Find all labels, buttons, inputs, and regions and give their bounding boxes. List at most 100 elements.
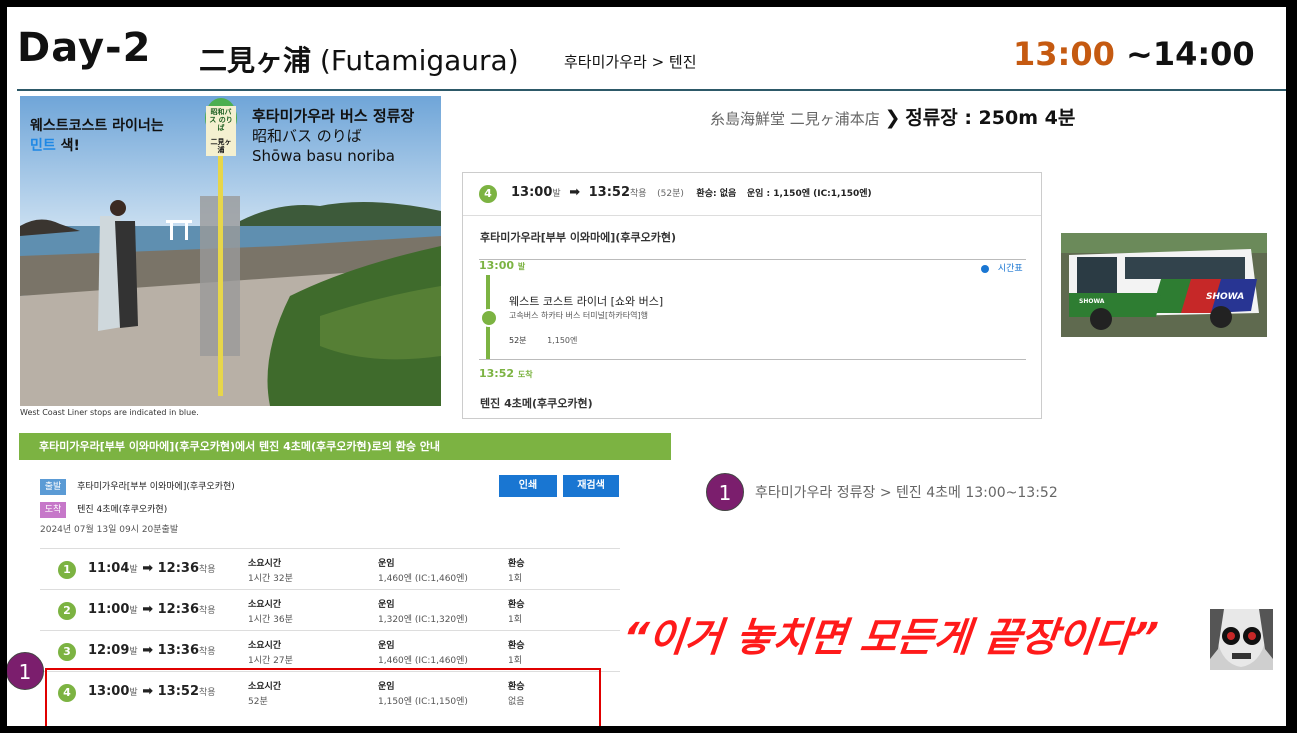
route-number: 4 bbox=[479, 185, 497, 203]
bus-photo: SHOWA SHOWA bbox=[1061, 233, 1267, 337]
mint-color-note: 웨스트코스트 라이너는 민트 색! bbox=[30, 116, 164, 156]
print-button[interactable]: 인쇄 bbox=[499, 475, 557, 497]
card-duration: (52분) bbox=[657, 189, 684, 199]
row-duration: 1시간 32분 bbox=[248, 574, 293, 584]
col-fare-label: 운임 bbox=[378, 641, 395, 651]
table-row[interactable]: 1 11:04발 ➡ 12:36착용 소요시간 1시간 32분 운임 1,460… bbox=[40, 548, 620, 590]
row-dep: 11:00 bbox=[88, 602, 130, 617]
col-time-label: 소요시간 bbox=[248, 641, 282, 651]
card-dep-row: 13:00 발 bbox=[479, 259, 525, 272]
row-fare: 1,460엔 (IC:1,460엔) bbox=[378, 656, 468, 666]
col-fare-label: 운임 bbox=[378, 559, 395, 569]
step-description: 후타미가우라 정류장 > 텐진 4초메 13:00~13:52 bbox=[755, 485, 1058, 501]
card-transfer: 환승: 없음 bbox=[696, 189, 737, 199]
warning-quote: “이거 놓치면 모든게 끝장이다” bbox=[620, 615, 1160, 661]
row-fare: 1,460엔 (IC:1,460엔) bbox=[378, 574, 468, 584]
mint-note-line1: 웨스트코스트 라이너는 bbox=[30, 118, 164, 134]
row-dep-suffix: 발 bbox=[129, 565, 138, 575]
card-arr-time: 13:52 bbox=[479, 367, 515, 380]
card-fare: 운임 : 1,150엔 (IC:1,150엔) bbox=[746, 189, 872, 199]
scared-face-icon bbox=[1210, 609, 1273, 670]
place-name-en: (Futamigaura) bbox=[319, 44, 519, 77]
row-transfer: 1회 bbox=[508, 656, 523, 666]
row-arr-suffix: 착용 bbox=[199, 565, 216, 575]
arrival-tag: 도착 bbox=[40, 502, 66, 518]
walk-arrow-icon: ❯ bbox=[884, 107, 901, 129]
ride-info: 52분 1,150엔 bbox=[509, 335, 577, 346]
scared-face-image bbox=[1210, 609, 1273, 670]
line-desc: 고속버스 하카타 버스 터미널[하카타역]행 bbox=[509, 311, 648, 320]
table-row[interactable]: 3 12:09발 ➡ 13:36착용 소요시간 1시간 27분 운임 1,460… bbox=[40, 630, 620, 672]
bus-icon bbox=[480, 309, 498, 327]
row-arr: 12:36 bbox=[157, 602, 200, 617]
departure-tag: 출발 bbox=[40, 479, 66, 495]
col-transfer-label: 환승 bbox=[508, 641, 525, 651]
col-transfer-label: 환승 bbox=[508, 559, 525, 569]
timetable-link[interactable]: 시간표 bbox=[981, 261, 1023, 274]
card-destination: 텐진 4초메(후쿠오카현) bbox=[480, 397, 593, 410]
card-divider-top bbox=[479, 259, 1026, 260]
clock-icon bbox=[981, 264, 989, 273]
card-arr-suffix: 착용 bbox=[630, 189, 647, 199]
row-duration: 1시간 27분 bbox=[248, 656, 293, 666]
row-dep: 12:09 bbox=[88, 643, 130, 658]
row-times: 12:09발 ➡ 13:36착용 bbox=[88, 643, 216, 658]
col-time-label: 소요시간 bbox=[248, 600, 282, 610]
card-divider-bottom bbox=[479, 359, 1026, 360]
walk-to: 정류장 : 250m 4분 bbox=[905, 107, 1076, 129]
day-label: Day-2 bbox=[17, 25, 152, 71]
walk-from: 糸島海鮮堂 二見ヶ浦本店 bbox=[710, 110, 880, 128]
slide: Day-2 二見ヶ浦 (Futamigaura) 후타미가우라 > 텐진 13:… bbox=[7, 7, 1286, 726]
row-arrow-icon: ➡ bbox=[142, 643, 154, 658]
step-badge: 1 bbox=[706, 473, 744, 511]
card-arrow-icon: ➡ bbox=[569, 185, 581, 200]
bus-stop-photo: 웨스트코스트 라이너는 민트 색! 후타미가우라 버스 정류장 昭和バス のりば… bbox=[20, 96, 441, 406]
row-number: 1 bbox=[58, 561, 76, 579]
table-row[interactable]: 2 11:00발 ➡ 12:36착용 소요시간 1시간 36분 운임 1,320… bbox=[40, 589, 620, 631]
mint-highlight: 민트 bbox=[30, 138, 56, 154]
bus-brand-small: SHOWA bbox=[1079, 298, 1105, 305]
card-origin: 후타미가우라[부부 이와마에](후쿠오카현) bbox=[480, 231, 676, 244]
highlight-box bbox=[45, 668, 601, 726]
row-times: 11:00발 ➡ 12:36착용 bbox=[88, 602, 216, 617]
row-arrow-icon: ➡ bbox=[142, 602, 154, 617]
row-arr-suffix: 착용 bbox=[199, 606, 216, 616]
stop-label-block: 후타미가우라 버스 정류장 昭和バス のりば Shōwa basu noriba bbox=[252, 106, 414, 166]
bus-brand-large: SHOWA bbox=[1206, 292, 1244, 302]
col-time-label: 소요시간 bbox=[248, 559, 282, 569]
row-times: 11:04발 ➡ 12:36착용 bbox=[88, 561, 216, 576]
row-number: 3 bbox=[58, 643, 76, 661]
time-range: 13:00 ~14:00 bbox=[1013, 35, 1255, 73]
col-transfer-label: 환승 bbox=[508, 600, 525, 610]
card-arr: 13:52 bbox=[588, 185, 631, 200]
card-dep: 13:00 bbox=[511, 185, 553, 200]
stop-sign-top: 昭和バス のりば bbox=[209, 108, 233, 132]
step-badge-left: 1 bbox=[7, 652, 44, 690]
card-dep-suffix: 발 bbox=[552, 189, 561, 199]
departure-info: 출발 후타미가우라[부부 이와마에](후쿠오카현) bbox=[40, 474, 235, 495]
photo-caption: West Coast Liner stops are indicated in … bbox=[20, 408, 199, 417]
card-dep-label: 발 bbox=[517, 262, 526, 271]
row-dep: 11:04 bbox=[88, 561, 130, 576]
showa-bus-image: SHOWA SHOWA bbox=[1061, 233, 1267, 337]
place-name-cn: 二見ヶ浦 bbox=[199, 44, 312, 77]
row-dep-suffix: 발 bbox=[129, 647, 138, 657]
place-title: 二見ヶ浦 (Futamigaura) bbox=[199, 39, 519, 79]
time-start: 13:00 bbox=[1013, 35, 1115, 73]
row-arr: 12:36 bbox=[157, 561, 200, 576]
card-dep-time: 13:00 bbox=[479, 259, 515, 272]
card-arr-label: 도착 bbox=[517, 370, 533, 379]
row-dep-suffix: 발 bbox=[129, 606, 138, 616]
arrival-name: 텐진 4초메(후쿠오카현) bbox=[77, 505, 168, 515]
timetable-label: 시간표 bbox=[997, 264, 1023, 274]
research-button[interactable]: 재검색 bbox=[563, 475, 619, 497]
row-fare: 1,320엔 (IC:1,320엔) bbox=[378, 615, 468, 625]
line-name: 웨스트 코스트 라이너 [쇼와 버스] bbox=[509, 295, 664, 308]
stop-title: 후타미가우라 버스 정류장 bbox=[252, 107, 415, 125]
route-label: 후타미가우라 > 텐진 bbox=[564, 53, 697, 71]
row-duration: 1시간 36분 bbox=[248, 615, 293, 625]
ride-fare: 1,150엔 bbox=[547, 336, 578, 345]
row-arr: 13:36 bbox=[157, 643, 200, 658]
route-detail-card: 4 13:00발 ➡ 13:52착용 (52분) 환승: 없음 운임 : 1,1… bbox=[462, 172, 1042, 419]
stop-romaji: Shōwa basu noriba bbox=[252, 147, 395, 165]
